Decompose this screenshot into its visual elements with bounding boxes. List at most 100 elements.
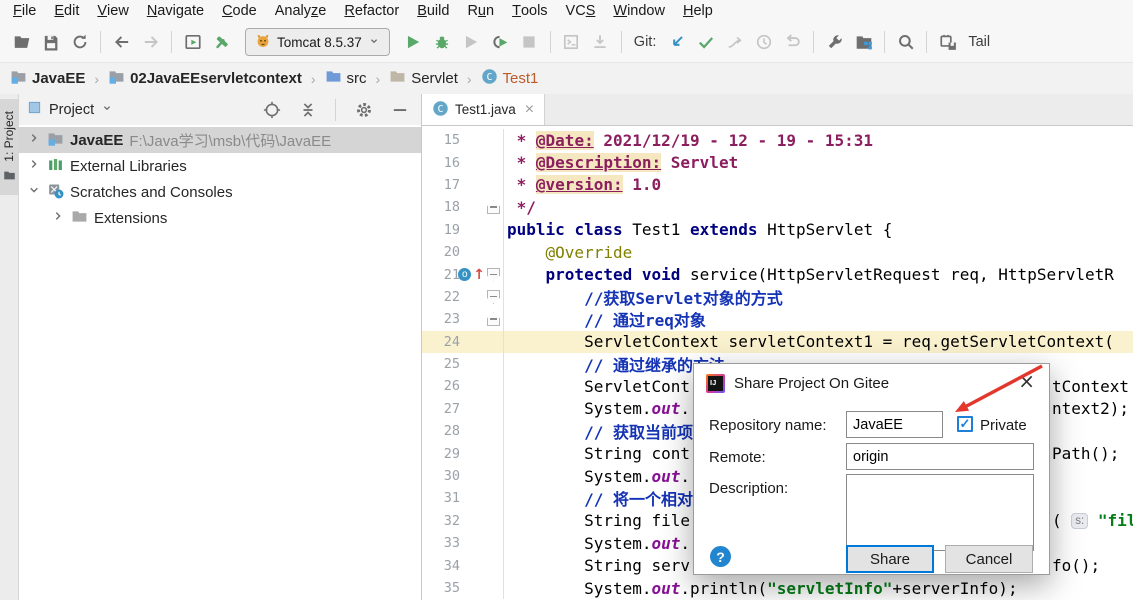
gutter — [468, 330, 504, 353]
breadcrumb-item-test1[interactable]: C Test1 — [479, 68, 541, 89]
tree-item-extensions[interactable]: Extensions — [19, 205, 421, 231]
tail-label: Tail — [968, 34, 991, 50]
code-line-16[interactable]: 16 * @Description: Servlet — [422, 151, 1133, 174]
locate-file-icon[interactable] — [258, 96, 285, 123]
chevron-right-icon[interactable] — [27, 131, 41, 149]
menu-run[interactable]: Run — [458, 0, 503, 22]
git-update-icon[interactable] — [663, 29, 690, 56]
menu-tools[interactable]: Tools — [503, 0, 556, 22]
download-icon[interactable] — [587, 29, 614, 56]
tree-item-label: External Libraries — [70, 157, 187, 175]
run-coverage-icon[interactable] — [487, 29, 514, 56]
menu-refactor[interactable]: Refactor — [335, 0, 408, 22]
stop-icon[interactable] — [516, 29, 543, 56]
menu-navigate[interactable]: Navigate — [138, 0, 213, 22]
gear-icon[interactable] — [350, 96, 377, 123]
run-icon[interactable] — [400, 29, 427, 56]
dialog-close-icon[interactable]: × — [1018, 371, 1035, 391]
rollback-icon[interactable] — [779, 29, 806, 56]
cancel-button[interactable]: Cancel — [945, 545, 1033, 573]
private-checkbox[interactable]: ✓ — [957, 416, 973, 432]
git-commit-icon[interactable] — [692, 29, 719, 56]
dialog-title-bar[interactable]: IJ Share Project On Gitee — [694, 364, 1049, 402]
code-line-24[interactable]: 24 ServletContext servletContext1 = req.… — [422, 330, 1133, 353]
open-folder-icon[interactable] — [8, 29, 35, 56]
code-line-20[interactable]: 20 @Override — [422, 240, 1133, 264]
menu-code[interactable]: Code — [213, 0, 266, 22]
code-line-19[interactable]: 19 public class Test1 extends HttpServlet… — [422, 218, 1133, 241]
code-text: System.out. — [507, 466, 691, 486]
wrench-icon[interactable] — [821, 29, 848, 56]
play-icon[interactable] — [458, 29, 485, 56]
tree-item-external-libraries[interactable]: External Libraries — [19, 153, 421, 179]
code-line-22[interactable]: 22 //获取Servlet对象的方式 — [422, 285, 1133, 309]
fold-marker-icon[interactable] — [487, 200, 500, 215]
tree-item-scratches-and-consoles[interactable]: Scratches and Consoles — [19, 179, 421, 205]
chevron-down-icon[interactable] — [101, 102, 113, 118]
code-line-18[interactable]: 18 */ — [422, 196, 1133, 219]
project-structure-icon[interactable] — [850, 29, 877, 56]
menu-window[interactable]: Window — [604, 0, 674, 22]
line-number: 24 — [443, 333, 460, 350]
plugin-icon[interactable] — [934, 29, 961, 56]
breadcrumb-item-src[interactable]: src — [323, 68, 369, 89]
overriding-method-icon[interactable]: o — [458, 268, 472, 282]
breadcrumb-item-servlet[interactable]: Servlet — [387, 68, 460, 89]
menu-help[interactable]: Help — [674, 0, 722, 22]
run-window-icon[interactable] — [179, 29, 206, 56]
menu-file[interactable]: File — [4, 0, 45, 22]
src-folder-icon — [325, 68, 342, 89]
close-icon[interactable]: × — [525, 101, 534, 118]
repository-name-input[interactable] — [846, 411, 943, 438]
tree-item-javaee[interactable]: JavaEE F:\Java学习\msb\代码\JavaEE — [19, 127, 421, 153]
code-line-21[interactable]: 21 o ↑ protected void service(HttpServletR… — [422, 263, 1133, 286]
sync-icon[interactable] — [66, 29, 93, 56]
description-textarea[interactable] — [846, 474, 1034, 551]
code-line-15[interactable]: 15 * @Date: 2021/12/19 - 12 - 19 - 15:31 — [422, 129, 1133, 152]
project-tool-window-icon — [27, 100, 42, 119]
chevron-right-icon[interactable] — [51, 209, 65, 227]
code-line-23[interactable]: 23 // 通过req对象 — [422, 308, 1133, 331]
code-line-17[interactable]: 17 * @version: 1.0 — [422, 173, 1133, 197]
save-icon[interactable] — [37, 29, 64, 56]
gutter — [468, 397, 504, 421]
tab-test1-java[interactable]: C Test1.java × — [422, 94, 546, 125]
debug-icon[interactable] — [429, 29, 456, 56]
hammer-icon[interactable] — [208, 29, 235, 56]
gutter — [468, 420, 504, 443]
collapse-all-icon[interactable] — [294, 96, 321, 123]
menu-build[interactable]: Build — [408, 0, 458, 22]
history-icon[interactable] — [750, 29, 777, 56]
breadcrumb-item-02javaeeservletcontext[interactable]: 02JavaEEservletcontext — [106, 68, 304, 89]
share-button[interactable]: Share — [846, 545, 934, 573]
menu-view[interactable]: View — [88, 0, 137, 22]
class-icon: C — [432, 100, 449, 120]
menu-analyze[interactable]: Analy z e — [266, 0, 336, 22]
gutter — [468, 352, 504, 376]
arrow-forward-icon[interactable] — [137, 29, 164, 56]
chevron-down-icon[interactable] — [27, 183, 41, 201]
chevron-right-icon[interactable] — [27, 157, 41, 175]
fold-marker-icon[interactable] — [487, 289, 500, 304]
menu-vcs[interactable]: VC S — [557, 0, 605, 22]
git-merge-icon[interactable] — [721, 29, 748, 56]
fold-marker-icon[interactable] — [487, 267, 500, 282]
stripe-project-button[interactable]: 1: Project — [0, 99, 18, 195]
dialog-title: Share Project On Gitee — [734, 374, 890, 392]
gutter — [468, 487, 504, 510]
terminal-icon[interactable] — [558, 29, 585, 56]
gutter — [468, 375, 504, 398]
breadcrumb-item-javaee[interactable]: JavaEE — [8, 68, 87, 89]
code-line-35[interactable]: 35 System.out.println("servletInfo"+serv… — [422, 576, 1133, 600]
remote-input[interactable] — [846, 443, 1034, 470]
fold-marker-icon[interactable] — [487, 312, 500, 327]
menu-edit[interactable]: Edit — [45, 0, 88, 22]
help-icon[interactable]: ? — [710, 546, 731, 567]
project-panel-title[interactable]: Project — [49, 102, 94, 118]
code-text: String cont — [507, 444, 691, 464]
arrow-back-icon[interactable] — [108, 29, 135, 56]
code-text: System.out.println("servletInfo"+serverI… — [507, 578, 1018, 598]
search-icon[interactable] — [892, 29, 919, 56]
hide-panel-icon[interactable] — [386, 96, 413, 123]
run-configuration-select[interactable]: Tomcat 8.5.37 — [245, 28, 390, 56]
